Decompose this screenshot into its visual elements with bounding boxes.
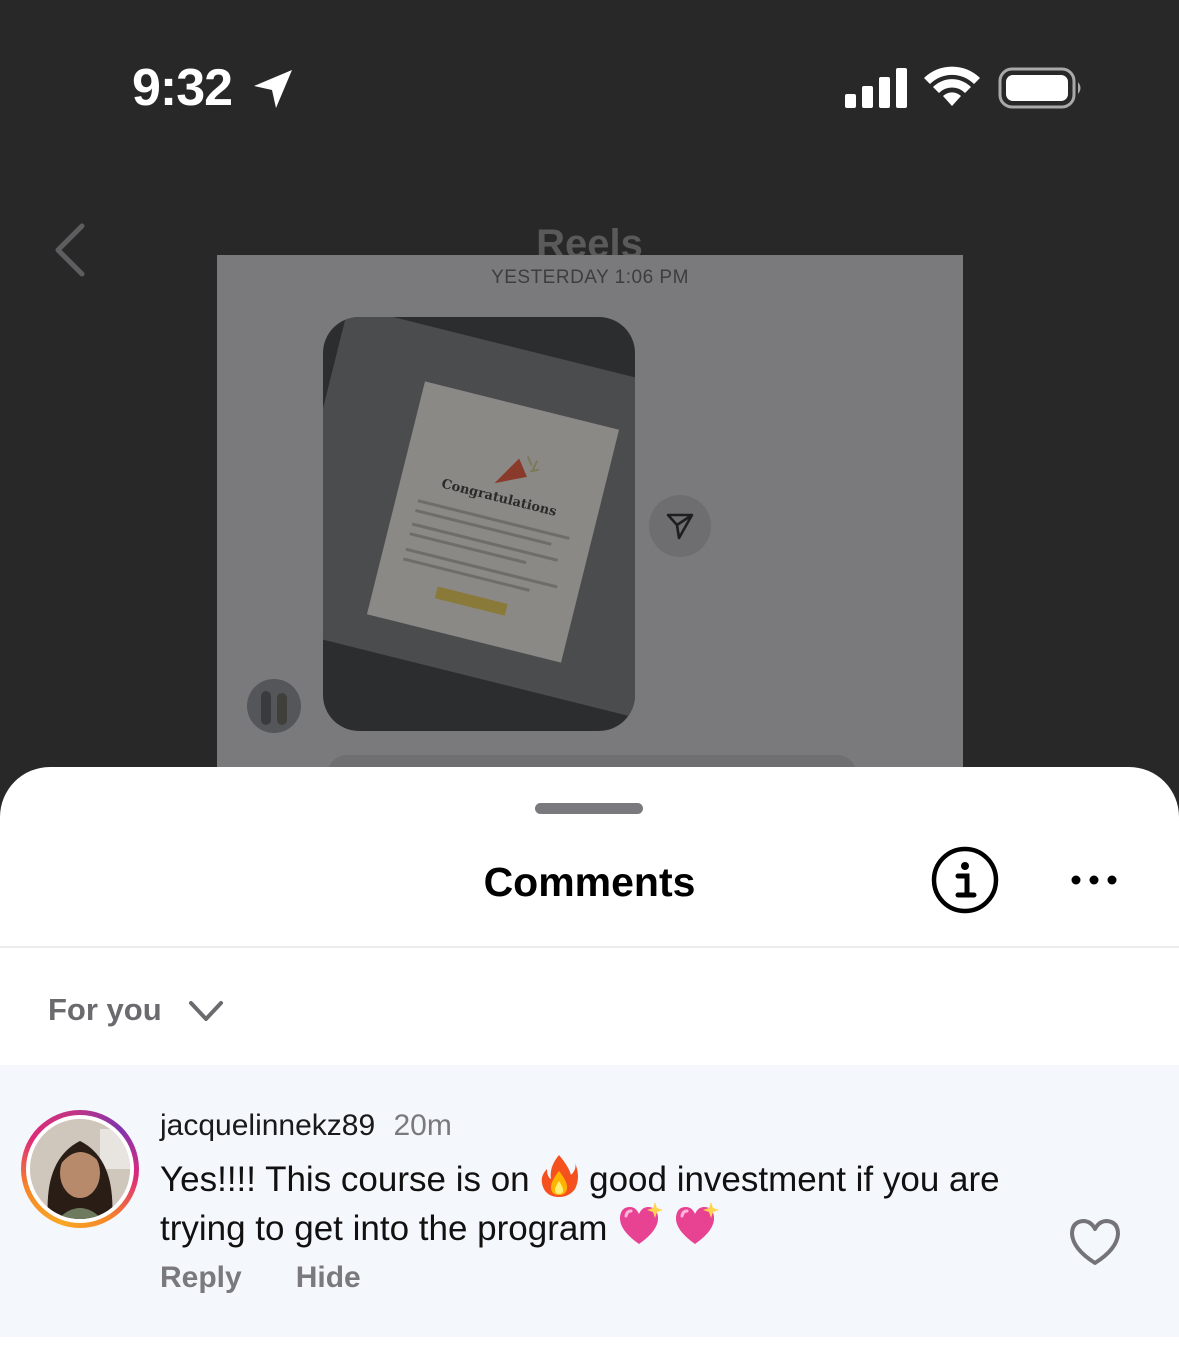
sheet-grabber[interactable] xyxy=(535,803,643,814)
avatar-figure xyxy=(277,693,287,725)
status-time: 9:32 xyxy=(132,59,233,117)
sparkling-heart-icon xyxy=(617,1202,664,1246)
sparkling-heart-icon xyxy=(673,1202,719,1246)
commenter-avatar[interactable] xyxy=(21,1110,139,1228)
info-button[interactable] xyxy=(930,845,1000,915)
comment-time: 20m xyxy=(393,1109,452,1142)
reel-preview-card: YESTERDAY 1:06 PM Congratulations xyxy=(217,255,963,795)
chevron-down-icon xyxy=(188,1001,223,1021)
more-options-button[interactable] xyxy=(1066,863,1122,897)
sheet-title: Comments xyxy=(483,859,696,905)
location-arrow-icon xyxy=(254,70,292,108)
signal-icon xyxy=(845,68,907,108)
sort-label: For you xyxy=(48,992,162,1027)
preview-date: YESTERDAY 1:06 PM xyxy=(491,267,689,288)
hide-button[interactable]: Hide xyxy=(296,1261,361,1295)
sender-avatar[interactable] xyxy=(247,679,301,733)
comment-username[interactable]: jacquelinnekz89 xyxy=(160,1109,375,1142)
comment-item: jacquelinnekz89 20m Yes!!!! This course … xyxy=(0,1065,1179,1337)
comment-actions: Reply Hide xyxy=(160,1261,361,1295)
more-icon xyxy=(1071,875,1117,885)
header-divider xyxy=(0,946,1179,948)
party-horn-icon xyxy=(494,456,540,484)
wifi-icon xyxy=(924,66,980,106)
heart-icon xyxy=(1070,1219,1120,1265)
comment-text: Yes!!!! This course is on good investmen… xyxy=(160,1153,1000,1251)
sort-dropdown[interactable]: For you xyxy=(48,985,224,1035)
comments-sheet: Comments For you jacquelinnekz89 20m Yes… xyxy=(0,767,1179,1360)
like-button[interactable] xyxy=(1068,1217,1122,1267)
avatar-portrait xyxy=(30,1119,130,1219)
comment-text-part1: Yes!!!! This course is on xyxy=(160,1160,530,1199)
reel-thumbnail[interactable]: Congratulations xyxy=(323,317,635,731)
reply-button[interactable]: Reply xyxy=(160,1261,242,1295)
avatar-photo xyxy=(30,1119,130,1219)
comment-header: jacquelinnekz89 20m xyxy=(160,1109,452,1143)
avatar-figure xyxy=(261,691,271,725)
battery-icon xyxy=(998,67,1081,109)
fire-icon xyxy=(539,1153,579,1197)
reel-dialog-button xyxy=(434,586,508,616)
share-button[interactable] xyxy=(649,495,711,557)
info-icon xyxy=(931,846,999,914)
send-icon xyxy=(666,513,694,540)
